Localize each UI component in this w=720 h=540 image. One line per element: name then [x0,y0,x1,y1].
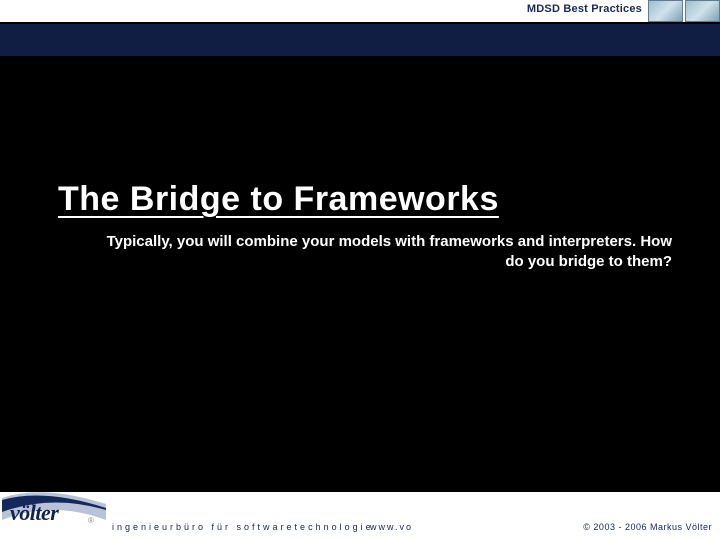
header-decoration [648,0,720,22]
header-label: MDSD Best Practices [527,3,642,15]
footer-copyright: © 2003 - 2006 Markus Völter [583,522,712,532]
footer-link: www.vo [370,522,413,532]
header-strip: MDSD Best Practices [0,0,720,22]
slide-title: The Bridge to Frameworks [58,180,680,219]
footer-tagline: ingenieurbüro für softwaretechnologie [112,522,374,532]
logo-registered: ® [88,516,94,525]
slide: MDSD Best Practices The Bridge to Framew… [0,0,720,540]
header-band [0,24,720,56]
slide-subtitle: Typically, you will combine your models … [98,232,672,273]
deco-cell [648,0,683,22]
footer: völter ® ingenieurbüro für softwaretechn… [0,492,720,540]
deco-cell [685,0,720,22]
logo-text: völter [10,500,58,526]
logo: völter ® [2,490,106,534]
